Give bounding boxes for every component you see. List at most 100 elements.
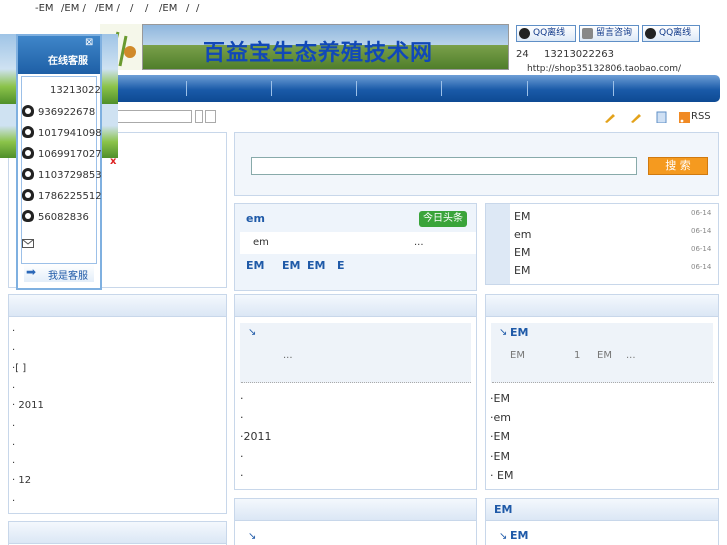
top-nav-item[interactable]: / <box>186 3 189 14</box>
middle-bottom-panel: ↘ <box>234 498 477 545</box>
qq-contact[interactable]: 1017941098 <box>22 126 102 142</box>
arrow-icon: ↘ <box>499 327 508 338</box>
list-item[interactable]: . <box>12 493 15 504</box>
search-button[interactable]: 搜 索 <box>648 157 708 175</box>
header-info-a: 24 <box>516 49 529 60</box>
news-item-title[interactable]: EM <box>514 210 530 223</box>
left-bottom-panel <box>8 521 227 545</box>
list-item[interactable]: ·em <box>490 411 511 424</box>
qq-contact[interactable]: 1103729853 <box>22 168 102 184</box>
online-service-widget: 在线客服 ⊠ 13213022 936922678 1017941098 106… <box>16 34 102 290</box>
news-item-date: 06-14 <box>691 209 712 217</box>
search-input[interactable] <box>251 157 637 175</box>
mail-icon[interactable] <box>22 239 34 249</box>
list-item[interactable]: · 12 <box>12 475 31 486</box>
middle-ellipsis: ... <box>283 350 293 361</box>
service-phone: 13213022 <box>50 85 101 96</box>
qq-penguin-icon <box>22 126 34 138</box>
right-article-panel: ↘ EM EM 1 EM ... ·EM ·em ·EM ·EM · EM <box>485 294 719 490</box>
headline-link[interactable]: EM <box>307 259 325 272</box>
list-item[interactable]: . <box>12 418 15 429</box>
right-article-title[interactable]: EM <box>510 326 528 339</box>
service-title: 在线客服 <box>48 56 88 67</box>
arrow-icon: ↘ <box>499 531 508 542</box>
qq-contact[interactable]: 56082836 <box>22 210 89 226</box>
list-item[interactable]: . <box>12 323 15 334</box>
qq-penguin-icon <box>22 105 34 117</box>
middle-panel-header <box>235 295 476 317</box>
list-item[interactable]: ·EM <box>490 430 510 443</box>
list-item[interactable]: · <box>240 450 244 463</box>
qq-penguin-icon <box>519 28 530 39</box>
list-item[interactable]: ·[ ] <box>12 363 26 374</box>
list-item[interactable]: · 2011 <box>12 400 44 411</box>
login-input-2[interactable] <box>195 110 203 123</box>
list-item[interactable]: . <box>12 342 15 353</box>
list-item[interactable]: . <box>12 380 15 391</box>
shop-url-link[interactable]: http://shop35132806.taobao.com/ <box>527 64 681 74</box>
list-item[interactable]: · EM <box>490 469 513 482</box>
top-nav-item[interactable]: / <box>196 3 199 14</box>
qq-offline-button-1[interactable]: QQ离线 <box>516 25 576 42</box>
message-consult-button[interactable]: 留言咨询 <box>579 25 639 42</box>
list-item[interactable]: ·EM <box>490 450 510 463</box>
qq-penguin-icon <box>22 147 34 159</box>
middle-article-panel: ↘ ... · · ·2011 · · <box>234 294 477 490</box>
qq-contact[interactable]: 936922678 <box>22 105 95 121</box>
headline-summary: em <box>253 237 269 248</box>
qq-offline-button-2[interactable]: QQ离线 <box>642 25 700 42</box>
list-item[interactable]: . <box>12 455 15 466</box>
news-item-title[interactable]: EM <box>514 264 530 277</box>
rss-link[interactable]: RSS <box>691 111 711 122</box>
close-icon[interactable]: ⊠ <box>85 37 93 48</box>
list-item[interactable]: . <box>12 437 15 448</box>
top-nav-item[interactable]: / <box>145 3 148 14</box>
header-phone: 13213022263 <box>544 49 614 60</box>
list-item[interactable]: ·EM <box>490 392 510 405</box>
right-bottom-sub[interactable]: EM <box>510 529 528 542</box>
list-item[interactable]: · <box>240 411 244 424</box>
pencil-icon[interactable] <box>603 111 616 123</box>
qq-contact[interactable]: 1786225512 <box>22 189 102 205</box>
qq-penguin-icon <box>22 168 34 180</box>
news-item-date: 06-14 <box>691 263 712 271</box>
qq-penguin-icon <box>22 189 34 201</box>
news-item-date: 06-14 <box>691 245 712 253</box>
i-am-service-button[interactable]: ➡ 我是客服 <box>24 264 94 282</box>
qq-penguin-icon <box>645 28 656 39</box>
top-nav-item[interactable]: -EM <box>35 3 54 14</box>
top-nav-item[interactable]: /EM / <box>61 3 86 14</box>
headline-link[interactable]: EM <box>282 259 300 272</box>
right-bottom-panel: EM ↘ EM <box>485 498 719 545</box>
site-banner: 百益宝生态养殖技术网 <box>142 24 509 70</box>
arrow-icon: ↘ <box>248 327 257 338</box>
message-icon <box>582 28 593 39</box>
list-item[interactable]: · <box>240 392 244 405</box>
login-button[interactable] <box>205 110 216 123</box>
list-item[interactable]: · <box>240 469 244 482</box>
news-panel: EM 06-14 em 06-14 EM 06-14 EM 06-14 <box>485 203 719 285</box>
right-bottom-title[interactable]: EM <box>494 503 512 516</box>
headline-panel: em 今日头条 em ... EM EM EM E <box>234 203 477 291</box>
document-icon[interactable] <box>655 111 668 123</box>
qq-contact[interactable]: 1069917027 <box>22 147 102 163</box>
news-item-title[interactable]: em <box>514 228 531 241</box>
qq-penguin-icon <box>22 210 34 222</box>
top-nav-item[interactable]: / <box>130 3 133 14</box>
search-panel: 搜 索 <box>234 132 719 196</box>
right-panel-header <box>486 295 718 317</box>
service-header: 在线客服 ⊠ <box>18 36 100 74</box>
top-nav-item[interactable]: /EM <box>159 3 177 14</box>
top-nav-item[interactable]: /EM / <box>95 3 120 14</box>
headline-ellipsis: ... <box>414 237 424 248</box>
news-item-date: 06-14 <box>691 227 712 235</box>
headline-link[interactable]: EM <box>246 259 264 272</box>
left-list-panel: . . ·[ ] . · 2011 . . . · 12 . <box>8 294 227 514</box>
headline-title[interactable]: em <box>246 212 265 225</box>
headline-link[interactable]: E <box>337 259 345 272</box>
right-article-sub: EM <box>510 350 525 361</box>
list-item[interactable]: ·2011 <box>240 430 272 443</box>
arrow-icon: ↘ <box>248 531 257 542</box>
pencil-icon[interactable] <box>629 111 642 123</box>
news-item-title[interactable]: EM <box>514 246 530 259</box>
